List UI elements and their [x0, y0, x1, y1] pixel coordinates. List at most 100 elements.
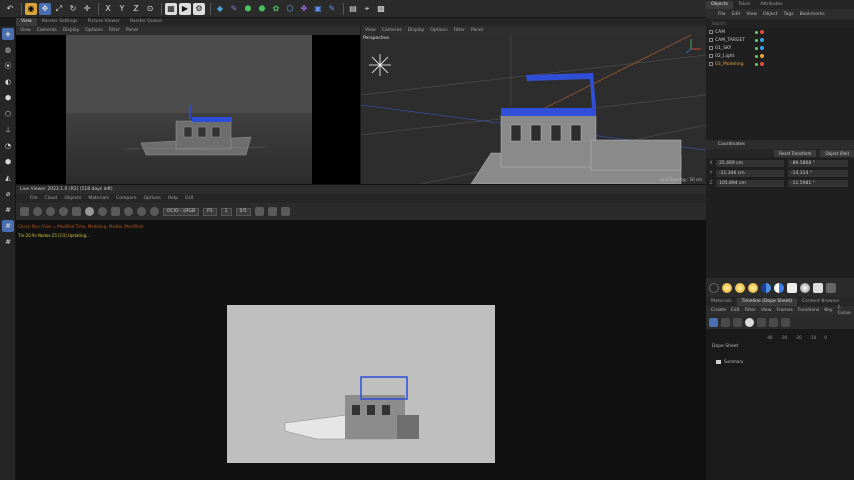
cloner-icon[interactable]: ✿ — [270, 3, 282, 15]
menu-file[interactable]: File — [30, 196, 38, 201]
menu-display[interactable]: Display — [408, 28, 425, 33]
dope-sheet-mode-icon[interactable] — [709, 317, 718, 327]
menu-objects[interactable]: Objects — [64, 196, 81, 201]
viewport-perspective[interactable]: View Cameras Display Options Filter Pane… — [360, 26, 707, 185]
viewport-camera[interactable]: View Cameras Display Options Filter Pane… — [16, 26, 360, 184]
undo-icon[interactable]: ↶ — [4, 3, 16, 15]
lock-icon[interactable] — [85, 207, 94, 216]
snap-icon[interactable]: ⌖ — [361, 3, 373, 15]
rotation-field[interactable]: -14.314 ° — [788, 169, 848, 177]
sphere-icon[interactable] — [800, 282, 810, 293]
render-view-icon[interactable]: ▶ — [179, 2, 191, 15]
tab-materials[interactable]: Materials — [706, 298, 737, 306]
cube-icon[interactable]: ◆ — [214, 3, 226, 15]
object-rel-select[interactable]: Object (Rel) — [820, 150, 854, 157]
plane-icon[interactable] — [787, 282, 797, 293]
tab-attributes[interactable]: Attributes — [755, 1, 787, 9]
menu-panel[interactable]: Panel — [471, 28, 483, 33]
send-scene-icon[interactable] — [20, 207, 29, 216]
y-axis-icon[interactable]: Y — [116, 3, 128, 15]
tab-render-settings[interactable]: Render Settings — [37, 18, 83, 26]
menu-cloud[interactable]: Cloud — [45, 196, 58, 201]
summary-row[interactable]: Summary — [716, 359, 743, 364]
menu-options[interactable]: Options — [143, 196, 160, 201]
list-item[interactable]: 03_Modeling — [706, 60, 854, 68]
tweak-icon[interactable]: ◔ — [2, 140, 14, 152]
rotation-field[interactable]: -89.5868 ° — [788, 159, 848, 167]
rotate-icon[interactable]: ↻ — [67, 3, 79, 15]
tag-icon[interactable] — [760, 38, 764, 42]
menu-options[interactable]: Options — [85, 28, 102, 33]
key-icon[interactable] — [757, 317, 766, 327]
tab-timeline[interactable]: Timeline (Dope Sheet) — [736, 297, 797, 306]
reset-transform-button[interactable]: Reset Transform — [774, 150, 817, 157]
lock-workplane-icon[interactable]: # — [2, 236, 14, 248]
position-field[interactable]: 25.469 cm — [716, 159, 784, 167]
objects-search-input[interactable]: Search — [706, 19, 854, 28]
move-icon[interactable]: ✥ — [39, 2, 51, 15]
menu-materials[interactable]: Materials — [88, 196, 109, 201]
x-axis-icon[interactable]: X — [102, 3, 114, 15]
scene-icon[interactable]: ✤ — [298, 3, 310, 15]
axis-mode-icon[interactable]: ⊥ — [2, 124, 14, 136]
z-axis-icon[interactable]: Z — [130, 3, 142, 15]
menu-cameras[interactable]: Cameras — [382, 28, 402, 33]
visibility-dot-icon[interactable] — [755, 62, 758, 66]
menu-filter[interactable]: Filter — [109, 28, 120, 33]
workplane-icon[interactable]: ▩ — [375, 3, 387, 15]
stop-render-icon[interactable] — [72, 207, 81, 216]
region-render-icon[interactable] — [46, 207, 55, 216]
tag-icon[interactable] — [760, 54, 764, 58]
picker-icon[interactable] — [111, 207, 120, 216]
select-icon[interactable]: ◉ — [25, 2, 37, 15]
position-field[interactable]: 105.894 cm — [716, 179, 784, 187]
tag-icon[interactable] — [760, 30, 764, 34]
compare-icon[interactable] — [280, 207, 290, 216]
rotation-field[interactable]: -11.5981 ° — [788, 179, 848, 187]
subdivision-icon[interactable]: ⬢ — [242, 3, 254, 15]
uv-mode-icon[interactable]: ⬡ — [2, 108, 14, 120]
position-field[interactable]: -11.346 cm — [716, 169, 784, 177]
record-icon[interactable] — [745, 317, 754, 327]
menu-view[interactable]: View — [365, 28, 376, 33]
camera-icon[interactable]: ▣ — [312, 3, 324, 15]
list-item[interactable]: CAM — [706, 28, 854, 36]
snapping-icon[interactable]: ◭ — [2, 172, 14, 184]
tab-view[interactable]: View — [16, 18, 37, 26]
render-region-icon[interactable]: ▦ — [165, 2, 177, 15]
menu-view[interactable]: View — [761, 308, 772, 313]
menu-fcurve[interactable]: F-Curve — [838, 306, 851, 316]
menu-edit[interactable]: Edit — [732, 12, 741, 17]
white-balance-icon[interactable] — [150, 207, 159, 216]
tag-tool-icon[interactable] — [813, 282, 823, 293]
menu-object[interactable]: Object — [763, 12, 778, 17]
texture-mode-icon[interactable]: ◍ — [2, 44, 14, 56]
visibility-dot-icon[interactable] — [755, 54, 758, 58]
pass-select[interactable]: P1 — [203, 207, 217, 216]
fcurve-mode-icon[interactable] — [721, 317, 730, 327]
restart-render-icon[interactable] — [33, 207, 42, 216]
dope-sheet-area[interactable]: -40 -30 -20 -10 0 Dope Sheet Summary — [706, 329, 854, 480]
menu-cameras[interactable]: Cameras — [37, 28, 57, 33]
area-light-icon[interactable] — [735, 282, 745, 293]
visibility-dot-icon[interactable] — [755, 46, 758, 50]
points-mode-icon[interactable]: ⦿ — [2, 60, 14, 72]
menu-tags[interactable]: Tags — [784, 12, 794, 17]
tab-content-browser[interactable]: Content Browser — [797, 298, 845, 306]
more-tools-icon[interactable] — [826, 282, 836, 293]
menu-filter[interactable]: Filter — [745, 308, 756, 313]
model-mode-icon[interactable]: ◈ — [2, 28, 14, 40]
motion-mode-icon[interactable] — [733, 317, 742, 327]
list-item[interactable]: 02_Light — [706, 52, 854, 60]
spline-pen-icon[interactable]: ✎ — [228, 3, 240, 15]
light-icon[interactable]: ✎ — [326, 3, 338, 15]
solo-icon[interactable]: ⬢ — [2, 156, 14, 168]
new-material-icon[interactable] — [709, 282, 719, 293]
menu-create[interactable]: Create — [711, 308, 726, 313]
list-item[interactable]: CAM_TARGET — [706, 36, 854, 44]
hdri-icon[interactable] — [774, 282, 784, 293]
color-space-select[interactable]: OCIO - sRGB — [163, 207, 200, 216]
menu-frames[interactable]: Frames — [777, 308, 793, 313]
zoom-icon[interactable] — [781, 317, 790, 327]
menu-view[interactable]: View — [20, 28, 31, 33]
